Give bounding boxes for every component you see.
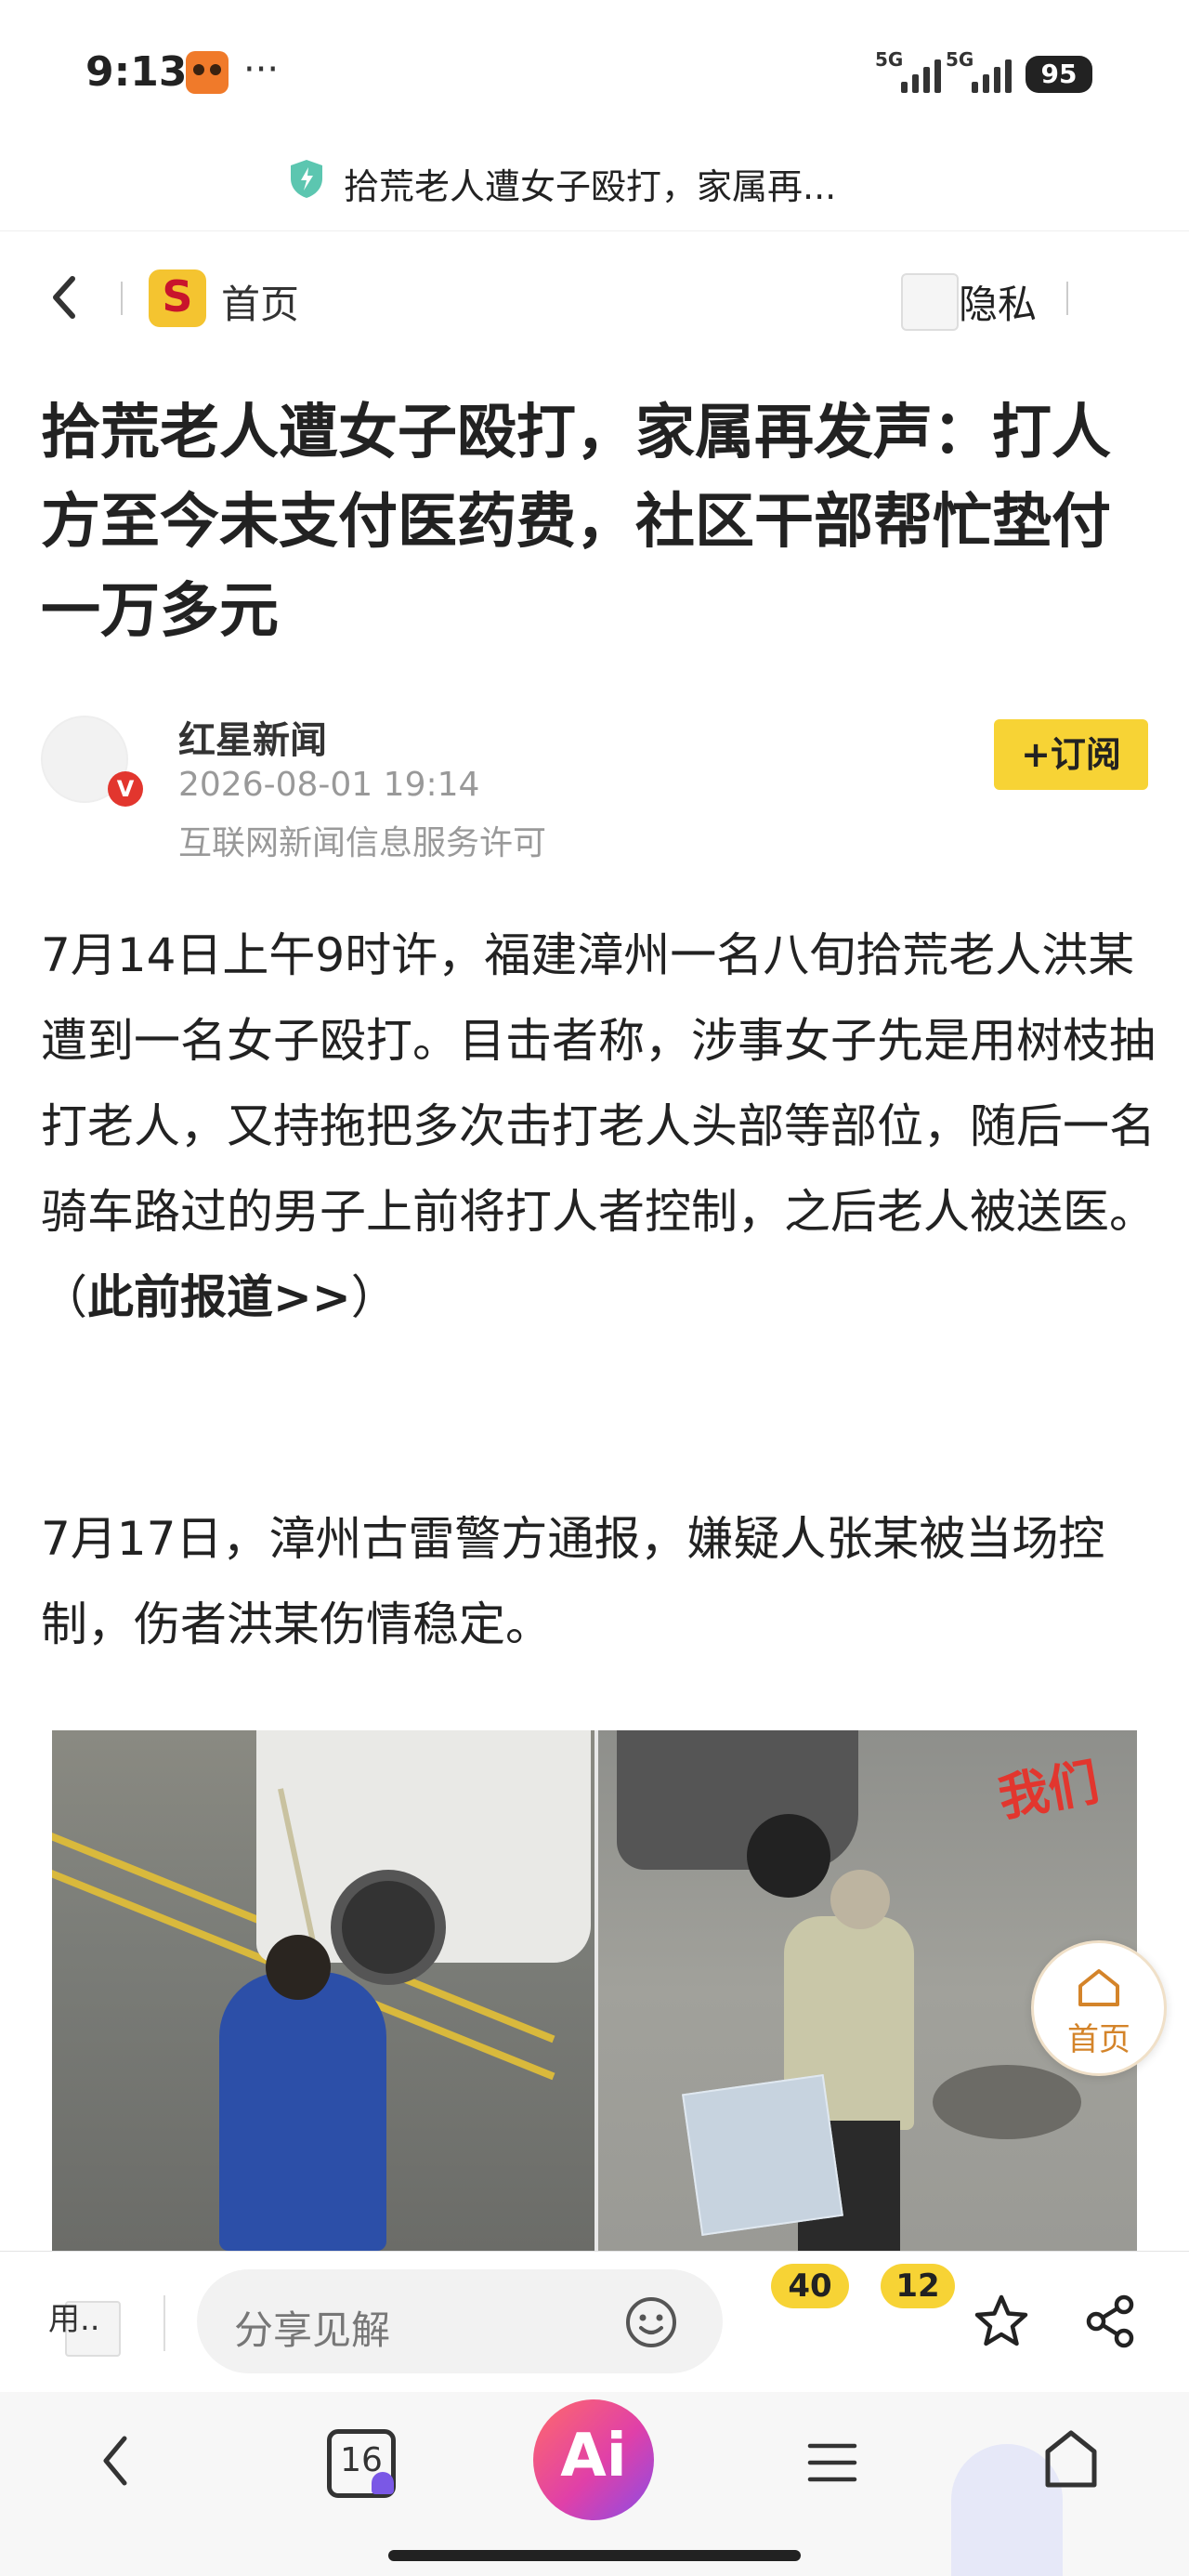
- article-paragraph: 7月17日，漳州古雷警方通报，嫌疑人张某被当场控制，伤者洪某伤情稳定。: [41, 1512, 1105, 1651]
- back-icon[interactable]: [46, 269, 84, 325]
- status-time: 9:13: [85, 48, 188, 96]
- photo-left-panel: [52, 1730, 594, 2251]
- logo-letter: S: [162, 271, 193, 322]
- divider: [163, 2295, 165, 2351]
- like-count-badge: 12: [881, 2264, 955, 2308]
- share-icon[interactable]: [1081, 2292, 1141, 2351]
- star-icon[interactable]: [972, 2292, 1031, 2351]
- user-label: 用..: [48, 2301, 100, 2338]
- ai-label: Ai: [560, 2422, 627, 2491]
- image-placeholder-icon: [901, 273, 959, 331]
- divider: [121, 282, 123, 315]
- home-link[interactable]: 首页: [221, 273, 299, 330]
- signal2-label: 5G: [946, 48, 974, 71]
- emoji-icon[interactable]: [624, 2295, 678, 2349]
- ai-assistant-button[interactable]: Ai: [533, 2399, 654, 2520]
- battery-indicator: 95: [1026, 56, 1092, 93]
- comment-count-badge: 40: [771, 2264, 849, 2308]
- home-nav-icon[interactable]: [1040, 2427, 1102, 2492]
- comment-input[interactable]: 分享见解: [197, 2269, 723, 2373]
- article-paragraph: 7月14日上午9时许，福建漳州一名八旬拾荒老人洪某遭到一名女子殴打。目击者称，涉…: [41, 913, 1156, 1340]
- photo-watermark: 我们: [994, 1753, 1104, 1828]
- shield-icon: [291, 160, 322, 198]
- signal-5g-icon: 5G: [875, 48, 941, 93]
- divider: [1066, 282, 1068, 315]
- owl-app-icon: [186, 51, 229, 94]
- ghost-mini-icon: [372, 2472, 394, 2494]
- previous-report-link[interactable]: 此前报道>>: [87, 1270, 351, 1324]
- article-headline: 拾荒老人遭女子殴打，家属再发声：打人方至今未支付医药费，社区干部帮忙垫付一万多元: [41, 399, 1111, 646]
- comment-placeholder: 分享见解: [234, 2307, 391, 2353]
- paragraph-text: 7月14日上午9时许，福建漳州一名八旬拾荒老人洪某遭到一名女子殴打。目击者称，涉…: [41, 928, 1156, 1324]
- author-name[interactable]: 红星新闻: [178, 710, 327, 764]
- menu-icon[interactable]: [804, 2435, 860, 2491]
- article-photo[interactable]: 我们: [52, 1730, 1137, 2251]
- verified-badge: V: [108, 771, 143, 807]
- subscribe-button[interactable]: +订阅: [994, 719, 1148, 790]
- privacy-link[interactable]: 隐私: [959, 273, 1037, 330]
- license-text: 互联网新闻信息服务许可: [178, 824, 547, 862]
- signal-5g-icon: 5G: [946, 48, 1012, 93]
- publish-date: 2026-08-01 19:14: [178, 766, 480, 804]
- app-logo[interactable]: S: [149, 269, 206, 327]
- more-notifications-icon: ···: [243, 48, 280, 91]
- paragraph-text-end: ）: [350, 1270, 398, 1324]
- signal1-label: 5G: [875, 48, 904, 71]
- home-indicator: [388, 2550, 801, 2561]
- home-icon: [1078, 1969, 1119, 2006]
- floating-home-button[interactable]: 首页: [1031, 1940, 1167, 2076]
- nav-back-icon[interactable]: [93, 2424, 139, 2498]
- floating-home-label: 首页: [1067, 2021, 1130, 2058]
- page-title: 拾荒老人遭女子殴打，家属再...: [344, 166, 837, 207]
